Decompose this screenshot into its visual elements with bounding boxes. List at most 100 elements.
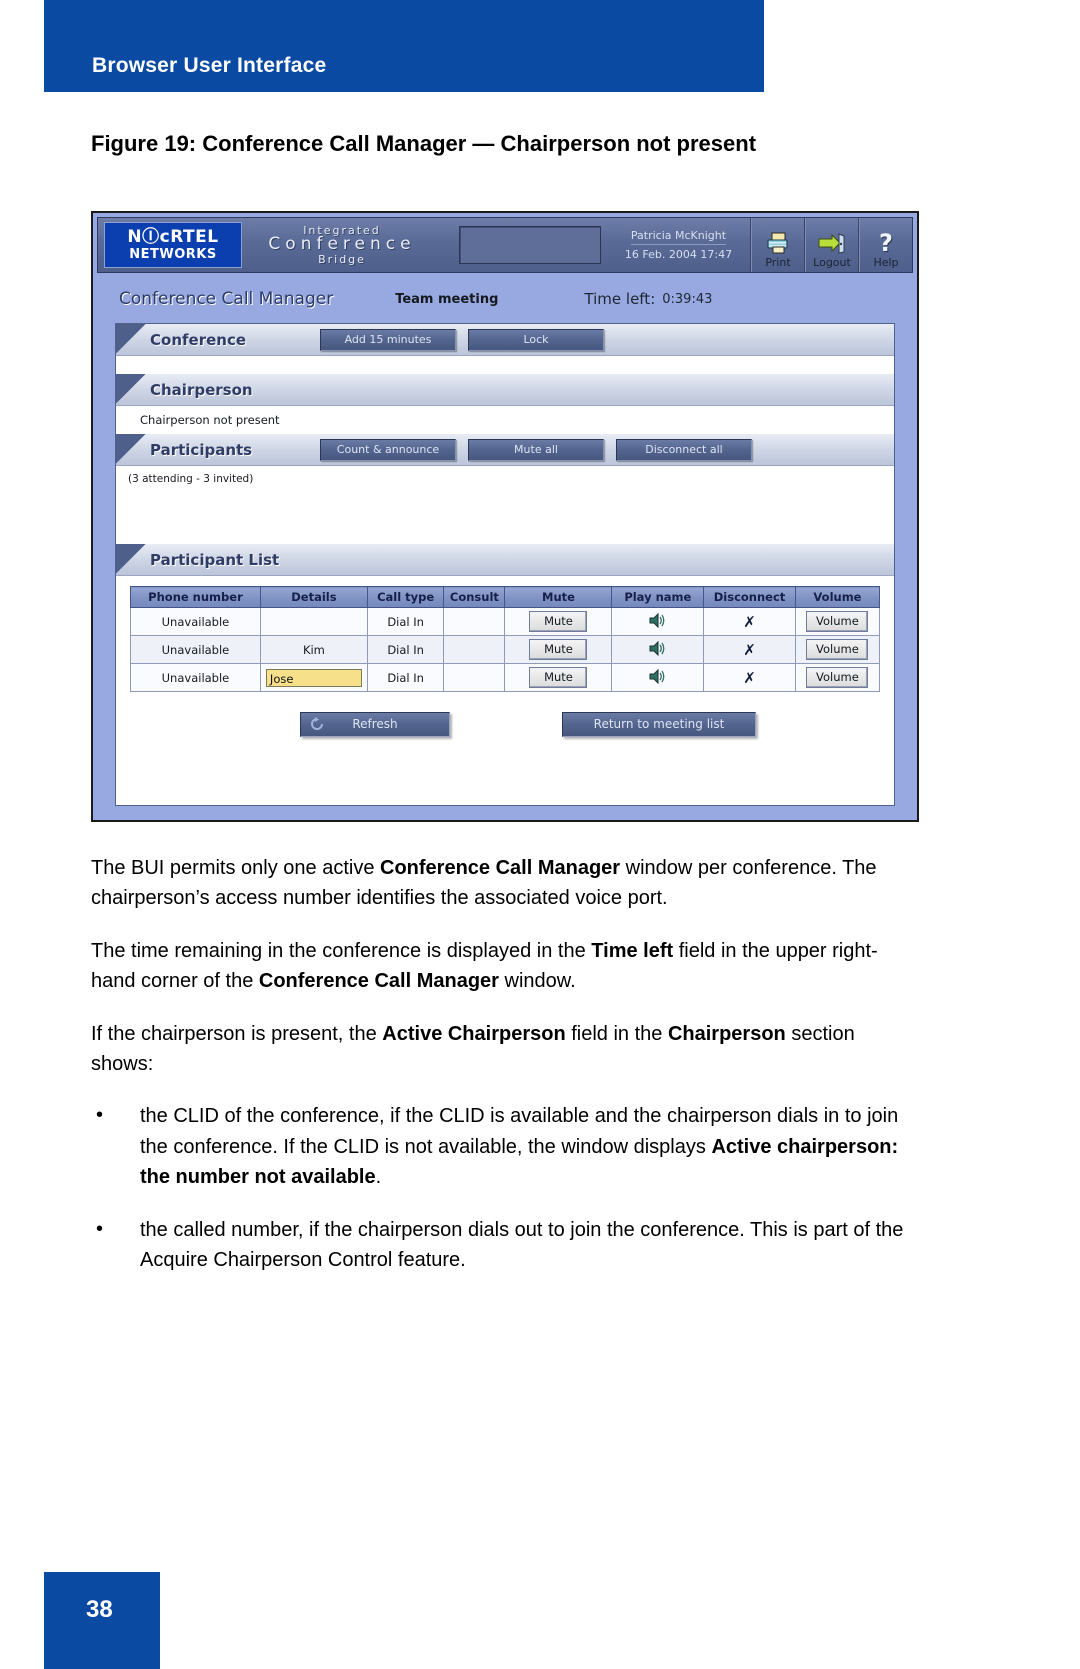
paragraph-3: If the chairperson is present, the Activ… [91, 1019, 921, 1080]
column-mute: Mute [504, 586, 613, 608]
column-phone-number: Phone number [130, 586, 261, 608]
table-row: Unavailable Jose Dial In Mute ✗ Volume [130, 663, 881, 692]
x-mark-icon[interactable]: ✗ [743, 641, 756, 659]
list-item-text: the called number, if the chairperson di… [140, 1218, 904, 1271]
question-mark-icon: ? [879, 229, 893, 257]
cell-phone-number: Unavailable [130, 663, 261, 692]
content-panel: Conference Add 15 minutes Lock Chairpers… [115, 323, 895, 806]
participant-list-heading: Participant List [150, 550, 280, 569]
running-head-bar: Browser User Interface [44, 0, 764, 92]
cell-mute: Mute [504, 663, 613, 692]
column-details: Details [259, 586, 368, 608]
toolbar-text-field[interactable] [459, 226, 601, 264]
cell-phone-number: Unavailable [130, 607, 261, 636]
return-to-meeting-list-button[interactable]: Return to meeting list [562, 712, 756, 737]
mute-button[interactable]: Mute [529, 639, 588, 660]
body-copy: The BUI permits only one active Conferen… [91, 853, 921, 1297]
participant-table: Phone number Details Call type Consult M… [130, 586, 881, 692]
speaker-icon[interactable] [649, 612, 667, 631]
cell-mute: Mute [504, 607, 613, 636]
column-volume: Volume [794, 586, 881, 608]
speaker-icon[interactable] [649, 640, 667, 659]
speaker-icon[interactable] [649, 668, 667, 687]
cell-call-type: Dial In [366, 663, 445, 692]
cell-call-type: Dial In [366, 635, 445, 664]
chairperson-heading: Chairperson [150, 380, 253, 399]
cell-details[interactable]: Kim [259, 635, 368, 664]
page-title-row: Conference Call Manager Team meeting Tim… [97, 275, 913, 323]
volume-button[interactable]: Volume [806, 639, 869, 660]
cell-details[interactable] [259, 607, 368, 636]
time-left-label: Time left: [584, 290, 656, 308]
cell-play-name [611, 635, 705, 664]
cell-mute: Mute [504, 635, 613, 664]
app-toolbar: NⒾcRTEL NETWORKS Integrated Conference B… [97, 217, 913, 273]
time-left-value: 0:39:43 [662, 291, 713, 307]
bullet-list: • the CLID of the conference, if the CLI… [91, 1101, 921, 1275]
cell-play-name [611, 607, 705, 636]
participant-table-wrapper: Phone number Details Call type Consult M… [116, 576, 894, 742]
table-header-row: Phone number Details Call type Consult M… [130, 586, 881, 608]
cell-volume: Volume [794, 607, 881, 636]
mute-all-button[interactable]: Mute all [468, 438, 604, 461]
page-number-tab: 38 [44, 1572, 160, 1669]
help-button-label: Help [873, 256, 899, 269]
product-brand: Integrated Conference Bridge [242, 218, 442, 272]
cell-volume: Volume [794, 635, 881, 664]
column-disconnect: Disconnect [703, 586, 796, 608]
paragraph-1: The BUI permits only one active Conferen… [91, 853, 921, 914]
paragraph-2-runs: The time remaining in the conference is … [91, 939, 878, 993]
table-row: Unavailable Dial In Mute ✗ Volume [130, 607, 881, 636]
paragraph-2: The time remaining in the conference is … [91, 936, 921, 997]
section-corner-icon [116, 544, 146, 575]
cell-disconnect: ✗ [703, 607, 796, 636]
running-head-title: Browser User Interface [92, 54, 327, 77]
logout-button[interactable]: Logout [805, 218, 859, 272]
count-and-announce-button[interactable]: Count & announce [320, 438, 456, 461]
refresh-circular-arrow-icon [309, 716, 325, 732]
bullet-marker: • [96, 1104, 104, 1127]
list-item: • the CLID of the conference, if the CLI… [91, 1101, 921, 1192]
disconnect-all-button[interactable]: Disconnect all [616, 438, 752, 461]
cell-volume: Volume [794, 663, 881, 692]
column-consult: Consult [443, 586, 506, 608]
add-15-minutes-button[interactable]: Add 15 minutes [320, 328, 456, 351]
paragraph-3-runs: If the chairperson is present, the Activ… [91, 1022, 855, 1075]
cell-consult[interactable] [443, 607, 506, 636]
cell-call-type: Dial In [366, 607, 445, 636]
volume-button[interactable]: Volume [806, 667, 869, 688]
brand-line-3: Bridge [318, 252, 366, 266]
conference-heading: Conference [150, 330, 247, 349]
x-mark-icon[interactable]: ✗ [743, 613, 756, 631]
help-button[interactable]: ? Help [859, 218, 912, 272]
print-button[interactable]: Print [751, 218, 805, 272]
cell-details: Jose [259, 663, 368, 692]
nortel-networks-logo: NⒾcRTEL NETWORKS [104, 222, 242, 268]
lock-button[interactable]: Lock [468, 328, 604, 351]
session-timestamp: 16 Feb. 2004 17:47 [624, 248, 733, 261]
mute-button[interactable]: Mute [529, 667, 588, 688]
table-row: Unavailable Kim Dial In Mute ✗ Volume [130, 635, 881, 664]
x-mark-icon[interactable]: ✗ [743, 669, 756, 687]
list-item-text: the CLID of the conference, if the CLID … [140, 1105, 899, 1189]
page-number: 38 [86, 1596, 113, 1623]
list-item: • the called number, if the chairperson … [91, 1215, 921, 1276]
cell-consult[interactable] [443, 663, 506, 692]
cell-phone-number: Unavailable [130, 635, 261, 664]
refresh-button[interactable]: Refresh [300, 712, 450, 737]
refresh-button-label: Refresh [352, 717, 398, 731]
brand-line-2: Conference [268, 234, 416, 255]
column-play-name: Play name [611, 586, 705, 608]
mute-button[interactable]: Mute [529, 611, 588, 632]
details-input[interactable]: Jose [265, 668, 362, 687]
user-name: Patricia McKnight [630, 229, 727, 245]
participants-heading: Participants [150, 440, 253, 459]
meeting-name: Team meeting [395, 291, 499, 307]
conference-section-body [116, 356, 894, 374]
cell-consult[interactable] [443, 635, 506, 664]
cell-disconnect: ✗ [703, 663, 796, 692]
logout-door-icon [818, 230, 846, 256]
bullet-marker: • [96, 1217, 104, 1240]
section-corner-icon [116, 374, 146, 405]
volume-button[interactable]: Volume [806, 611, 869, 632]
